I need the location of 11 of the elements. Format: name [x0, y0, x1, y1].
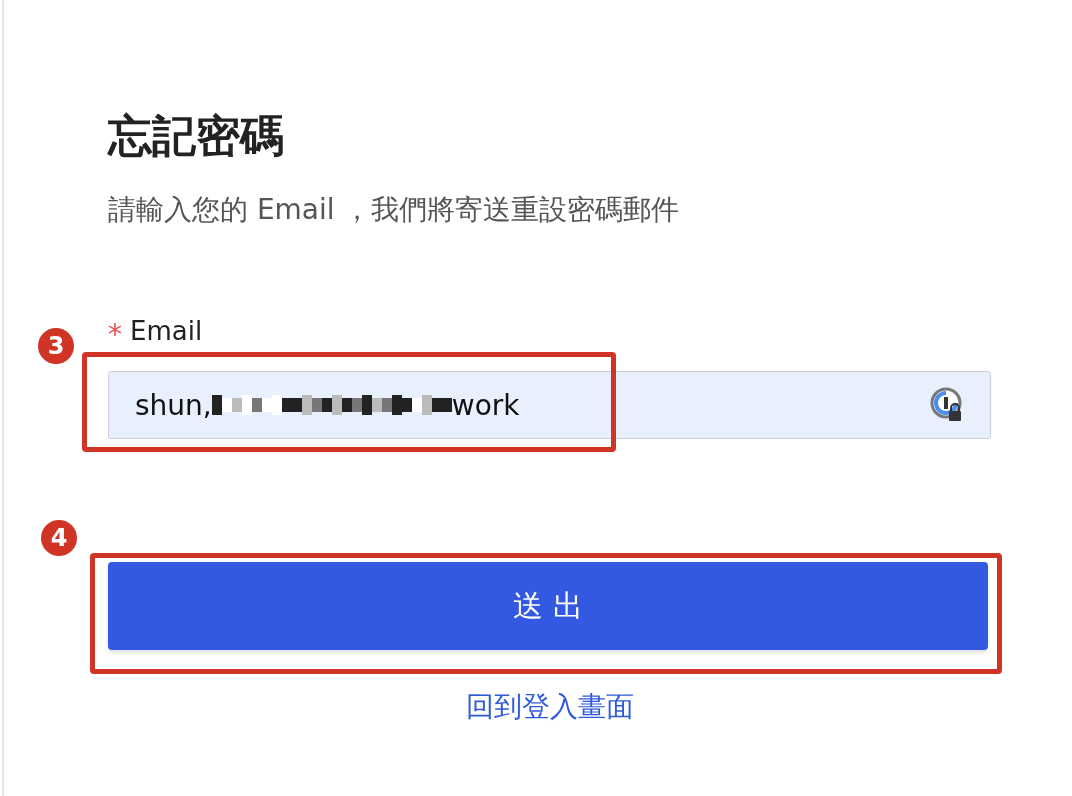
- step-badge: 4: [41, 520, 77, 556]
- field-value: shun,: [135, 388, 212, 422]
- field-value: work: [451, 388, 520, 422]
- required-mark: *: [108, 317, 122, 349]
- email-field[interactable]: shun, work: [108, 371, 991, 439]
- step-badge: 3: [38, 328, 74, 364]
- submit-button[interactable]: 送 出: [108, 562, 988, 650]
- page-title: 忘記密碼: [108, 109, 285, 163]
- instruction-text: 請輸入您的 Email ，我們將寄送重設密碼郵件: [108, 192, 681, 228]
- back-to-login-link[interactable]: 回到登入畫面: [465, 688, 634, 726]
- field-label: Email: [130, 316, 203, 346]
